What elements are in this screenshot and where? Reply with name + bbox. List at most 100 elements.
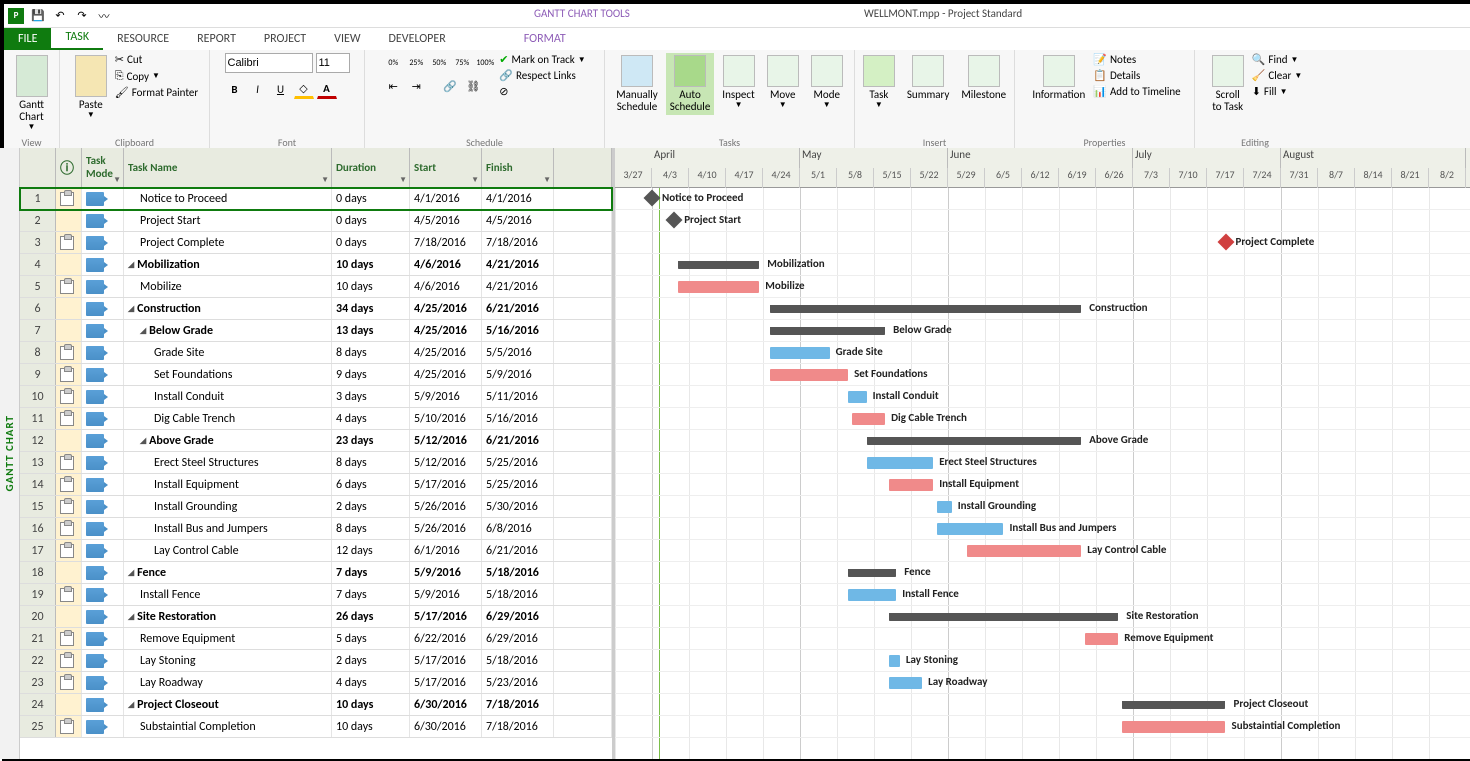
gantt-chart-button[interactable]: Gantt Chart▼ — [12, 53, 52, 134]
finish-cell[interactable]: 4/21/2016 — [482, 276, 554, 297]
task-row[interactable]: 22Lay Stoning2 days5/17/20165/18/2016 — [20, 650, 612, 672]
tab-format[interactable]: FORMAT — [510, 28, 580, 50]
gantt-row[interactable]: Lay Roadway — [615, 672, 1470, 694]
start-cell[interactable]: 6/1/2016 — [410, 540, 482, 561]
mode-cell[interactable] — [82, 496, 124, 517]
start-cell[interactable]: 5/12/2016 — [410, 452, 482, 473]
start-cell[interactable]: 6/22/2016 — [410, 628, 482, 649]
gantt-row[interactable]: Install Fence — [615, 584, 1470, 606]
start-cell[interactable]: 5/10/2016 — [410, 408, 482, 429]
start-cell[interactable]: 4/25/2016 — [410, 364, 482, 385]
fill-color-button[interactable]: ◇ — [294, 79, 314, 99]
mode-cell[interactable] — [82, 276, 124, 297]
row-number[interactable]: 13 — [20, 452, 56, 473]
info-cell[interactable] — [56, 628, 82, 649]
duration-cell[interactable]: 7 days — [332, 584, 410, 605]
start-cell[interactable]: 5/9/2016 — [410, 584, 482, 605]
extra-cell[interactable] — [554, 716, 612, 737]
row-number[interactable]: 6 — [20, 298, 56, 319]
gantt-row[interactable]: Site Restoration — [615, 606, 1470, 628]
cut-button[interactable]: ✂Cut — [115, 53, 198, 66]
gantt-row[interactable]: Install Conduit — [615, 386, 1470, 408]
task-name-cell[interactable]: Above Grade — [124, 430, 332, 451]
gantt-row[interactable]: Lay Stoning — [615, 650, 1470, 672]
insert-summary-button[interactable]: Summary — [903, 53, 954, 103]
task-name-cell[interactable]: Lay Stoning — [124, 650, 332, 671]
extra-cell[interactable] — [554, 496, 612, 517]
extra-cell[interactable] — [554, 672, 612, 693]
row-number[interactable]: 9 — [20, 364, 56, 385]
gantt-row[interactable]: Install Grounding — [615, 496, 1470, 518]
info-cell[interactable] — [56, 452, 82, 473]
duration-cell[interactable]: 26 days — [332, 606, 410, 627]
task-row[interactable]: 14Install Equipment6 days5/17/20165/25/2… — [20, 474, 612, 496]
inspect-button[interactable]: Inspect▼ — [718, 53, 758, 112]
row-number[interactable]: 25 — [20, 716, 56, 737]
summary-bar[interactable] — [867, 437, 1082, 445]
task-name-cell[interactable]: Lay Roadway — [124, 672, 332, 693]
mode-cell[interactable] — [82, 430, 124, 451]
pct-100-button[interactable]: 100% — [475, 53, 495, 73]
extra-cell[interactable] — [554, 210, 612, 231]
mode-cell[interactable] — [82, 672, 124, 693]
task-bar[interactable] — [867, 457, 934, 469]
extra-cell[interactable] — [554, 232, 612, 253]
start-cell[interactable]: 4/6/2016 — [410, 276, 482, 297]
mode-cell[interactable] — [82, 474, 124, 495]
start-cell[interactable]: 5/17/2016 — [410, 672, 482, 693]
task-row[interactable]: 24Project Closeout10 days6/30/20167/18/2… — [20, 694, 612, 716]
task-row[interactable]: 19Install Fence7 days5/9/20165/18/2016 — [20, 584, 612, 606]
duration-cell[interactable]: 9 days — [332, 364, 410, 385]
finish-cell[interactable]: 6/29/2016 — [482, 628, 554, 649]
task-name-cell[interactable]: Project Complete — [124, 232, 332, 253]
task-row[interactable]: 23Lay Roadway4 days5/17/20165/23/2016 — [20, 672, 612, 694]
finish-cell[interactable]: 4/1/2016 — [482, 188, 554, 209]
mode-cell[interactable] — [82, 518, 124, 539]
start-cell[interactable]: 5/26/2016 — [410, 496, 482, 517]
find-button[interactable]: 🔍Find▼ — [1252, 53, 1303, 66]
row-number[interactable]: 17 — [20, 540, 56, 561]
extra-cell[interactable] — [554, 188, 612, 209]
extra-cell[interactable] — [554, 298, 612, 319]
summary-bar[interactable] — [889, 613, 1118, 621]
task-name-cell[interactable]: Set Foundations — [124, 364, 332, 385]
save-icon[interactable]: 💾 — [30, 8, 46, 24]
mode-cell[interactable] — [82, 540, 124, 561]
font-color-button[interactable]: A — [317, 79, 337, 99]
task-name-cell[interactable]: Project Closeout — [124, 694, 332, 715]
extra-cell[interactable] — [554, 408, 612, 429]
move-button[interactable]: Move▼ — [763, 53, 803, 112]
col-task-mode[interactable]: Task Mode▼ — [82, 148, 124, 187]
mode-cell[interactable] — [82, 342, 124, 363]
task-bar[interactable] — [889, 655, 900, 667]
task-name-cell[interactable]: Install Grounding — [124, 496, 332, 517]
info-cell[interactable] — [56, 672, 82, 693]
pct-50-button[interactable]: 50% — [429, 53, 449, 73]
info-cell[interactable] — [56, 188, 82, 209]
mode-cell[interactable] — [82, 694, 124, 715]
summary-bar[interactable] — [848, 569, 896, 577]
mode-cell[interactable] — [82, 452, 124, 473]
copy-button[interactable]: ⎘Copy▼ — [115, 69, 198, 83]
row-number[interactable]: 8 — [20, 342, 56, 363]
finish-cell[interactable]: 5/9/2016 — [482, 364, 554, 385]
info-cell[interactable] — [56, 276, 82, 297]
row-number[interactable]: 15 — [20, 496, 56, 517]
row-number[interactable]: 2 — [20, 210, 56, 231]
row-number[interactable]: 16 — [20, 518, 56, 539]
respect-links-button[interactable]: 🔗Respect Links — [499, 69, 585, 82]
gantt-row[interactable]: Below Grade — [615, 320, 1470, 342]
row-number[interactable]: 10 — [20, 386, 56, 407]
row-number[interactable]: 11 — [20, 408, 56, 429]
task-name-cell[interactable]: Install Equipment — [124, 474, 332, 495]
task-name-cell[interactable]: Fence — [124, 562, 332, 583]
task-bar[interactable] — [967, 545, 1082, 557]
start-cell[interactable]: 7/18/2016 — [410, 232, 482, 253]
row-number[interactable]: 1 — [20, 188, 56, 209]
task-bar[interactable] — [770, 369, 848, 381]
auto-schedule-button[interactable]: Auto Schedule — [666, 53, 715, 115]
info-cell[interactable] — [56, 408, 82, 429]
duration-cell[interactable]: 5 days — [332, 628, 410, 649]
tab-file[interactable]: FILE — [4, 28, 51, 50]
task-bar[interactable] — [937, 501, 952, 513]
